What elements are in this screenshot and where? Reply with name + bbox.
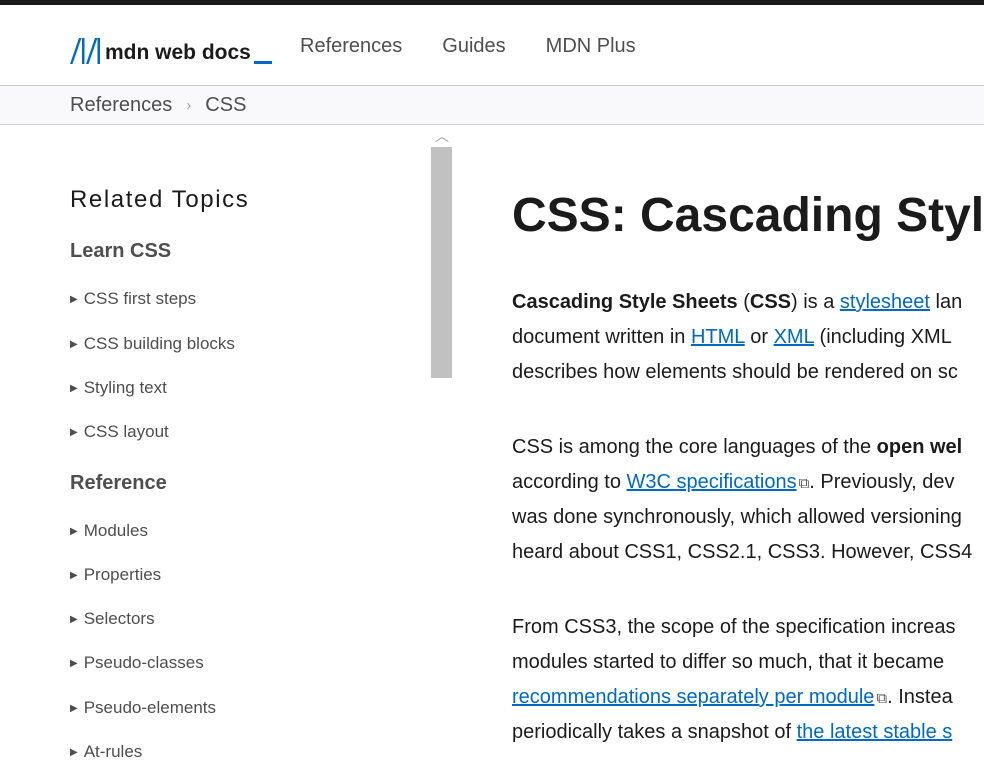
sidebar-item-css-first-steps[interactable]: ▶ CSS first steps	[70, 289, 196, 309]
sidebar-item-properties[interactable]: ▶ Properties	[70, 565, 161, 585]
text: ) is a	[791, 291, 840, 313]
text: From CSS3, the scope of the specificatio…	[512, 616, 956, 638]
nav-references[interactable]: References	[300, 34, 402, 58]
link-recommendations-per-module[interactable]: recommendations separately per module	[512, 686, 874, 708]
link-latest-stable-snapshot[interactable]: the latest stable s	[797, 721, 953, 743]
sidebar-item-label: CSS building blocks	[83, 334, 235, 353]
expand-triangle-icon: ▶	[70, 426, 78, 438]
text: CSS is among the core languages of the	[512, 436, 877, 458]
sidebar-section-reference: Reference	[70, 472, 167, 494]
sidebar-item-css-building-blocks[interactable]: ▶ CSS building blocks	[70, 334, 235, 354]
chevron-right-icon: ›	[186, 97, 192, 114]
logo-cursor	[253, 61, 272, 64]
expand-triangle-icon: ▶	[70, 293, 78, 305]
sidebar-item-pseudo-classes[interactable]: ▶ Pseudo-classes	[70, 653, 204, 673]
text: . Instea	[887, 686, 953, 708]
expand-triangle-icon: ▶	[70, 338, 78, 350]
term-open-web: open wel	[876, 436, 963, 458]
mdn-logo[interactable]: mdn web docs	[70, 33, 272, 65]
nav-mdn-plus[interactable]: MDN Plus	[546, 34, 636, 58]
article: CSS: Cascading Styl Cascading Style Shee…	[512, 126, 984, 763]
expand-triangle-icon: ▶	[70, 746, 78, 758]
term-css: CSS	[749, 291, 791, 313]
intro-paragraph: Cascading Style Sheets (CSS) is a styles…	[512, 285, 984, 390]
sidebar-scrollbar-thumb[interactable]	[431, 147, 452, 378]
text: heard about CSS1, CSS2.1, CSS3. However,…	[512, 541, 973, 563]
text: according to	[512, 471, 627, 493]
sidebar: Related Topics Learn CSS ▶ CSS first ste…	[70, 126, 420, 763]
external-link-icon: ⧉	[798, 475, 810, 492]
sidebar-section-learn-css: Learn CSS	[70, 240, 172, 262]
link-w3c-specifications[interactable]: W3C specifications	[627, 471, 797, 493]
sidebar-item-label: Pseudo-elements	[83, 698, 217, 717]
link-xml[interactable]: XML	[774, 326, 814, 348]
text: or	[744, 326, 774, 348]
nav-guides[interactable]: Guides	[442, 34, 505, 58]
sidebar-item-label: At-rules	[83, 742, 143, 761]
mdn-logo-icon	[70, 38, 100, 64]
term-css-full: Cascading Style Sheets	[512, 291, 738, 313]
logo-text: mdn web docs	[105, 41, 251, 64]
expand-triangle-icon: ▶	[70, 702, 78, 714]
text: (including XML	[813, 326, 952, 348]
expand-triangle-icon: ▶	[70, 657, 78, 669]
external-link-icon: ⧉	[876, 690, 888, 707]
breadcrumb: References › CSS	[70, 94, 246, 117]
sidebar-item-css-layout[interactable]: ▶ CSS layout	[70, 422, 169, 442]
text: modules started to differ so much, that …	[512, 651, 945, 673]
sidebar-item-selectors[interactable]: ▶ Selectors	[70, 609, 155, 629]
sidebar-item-label: CSS layout	[83, 422, 169, 441]
expand-triangle-icon: ▶	[70, 569, 78, 581]
sidebar-item-label: Selectors	[83, 609, 155, 628]
sidebar-item-styling-text[interactable]: ▶ Styling text	[70, 378, 167, 398]
sidebar-item-pseudo-elements[interactable]: ▶ Pseudo-elements	[70, 698, 216, 718]
breadcrumb-references[interactable]: References	[70, 94, 172, 117]
sidebar-item-label: CSS first steps	[83, 289, 197, 308]
text: lan	[929, 291, 963, 313]
sidebar-item-label: Modules	[83, 521, 148, 540]
link-html[interactable]: HTML	[691, 326, 745, 348]
expand-triangle-icon: ▶	[70, 382, 78, 394]
sidebar-item-label: Pseudo-classes	[83, 653, 204, 672]
breadcrumb-bar: References › CSS	[0, 85, 984, 125]
third-paragraph: From CSS3, the scope of the specificatio…	[512, 610, 984, 750]
site-header: mdn web docs References Guides MDN Plus	[0, 5, 984, 85]
sidebar-item-label: Properties	[83, 565, 162, 584]
breadcrumb-css[interactable]: CSS	[205, 94, 246, 117]
sidebar-item-modules[interactable]: ▶ Modules	[70, 521, 148, 541]
text: periodically takes a snapshot of	[512, 721, 797, 743]
scroll-up-arrow-icon[interactable]: ︿	[432, 126, 452, 146]
expand-triangle-icon: ▶	[70, 525, 78, 537]
sidebar-item-at-rules[interactable]: ▶ At-rules	[70, 742, 142, 762]
text: was done synchronously, which allowed ve…	[512, 506, 962, 528]
link-stylesheet[interactable]: stylesheet	[840, 291, 930, 313]
sidebar-heading: Related Topics	[70, 186, 250, 213]
sidebar-item-label: Styling text	[83, 378, 167, 397]
text: document written in	[512, 326, 691, 348]
text: . Previously, dev	[809, 471, 955, 493]
main-nav: References Guides MDN Plus	[300, 34, 676, 58]
text: describes how elements should be rendere…	[512, 361, 958, 383]
page-title: CSS: Cascading Styl	[512, 189, 984, 242]
second-paragraph: CSS is among the core languages of the o…	[512, 430, 984, 570]
text: (	[737, 291, 750, 313]
expand-triangle-icon: ▶	[70, 613, 78, 625]
